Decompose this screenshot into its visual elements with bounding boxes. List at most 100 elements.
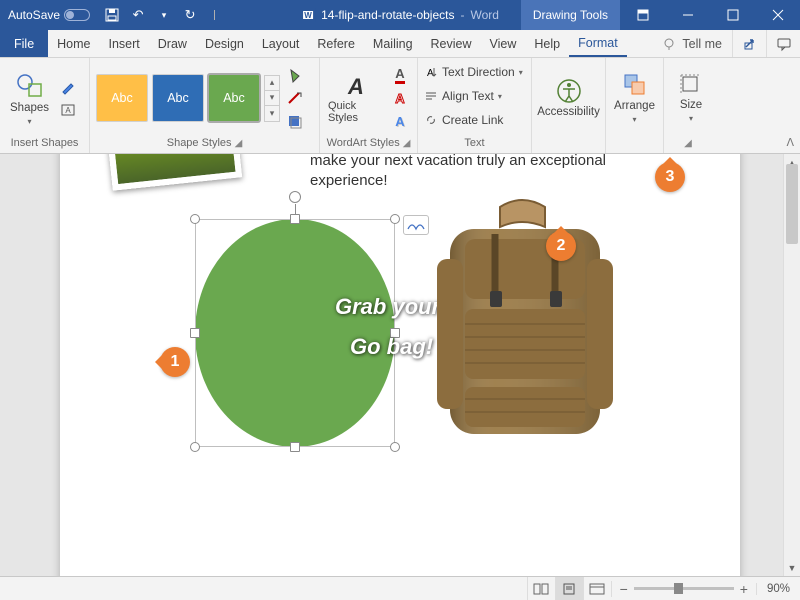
arrange-icon: [622, 72, 648, 98]
save-icon[interactable]: [104, 7, 120, 23]
resize-handle-sw[interactable]: [190, 442, 200, 452]
ribbon-display-options[interactable]: [620, 9, 665, 21]
resize-handle-ne[interactable]: [390, 214, 400, 224]
tell-me-label: Tell me: [682, 37, 722, 51]
size-button[interactable]: Size ▾: [670, 71, 712, 125]
wordart-a-icon: A: [343, 73, 369, 99]
scrollbar-thumb[interactable]: [786, 164, 798, 244]
chevron-down-icon[interactable]: ▾: [156, 7, 172, 23]
shape-fill-button[interactable]: [284, 65, 306, 85]
vertical-scrollbar[interactable]: ▲ ▼: [783, 154, 800, 576]
redo-icon[interactable]: ↻: [182, 7, 198, 23]
tab-mailings[interactable]: Mailing: [364, 30, 422, 57]
shape-tools: A: [57, 77, 79, 120]
word-app-icon: W: [301, 8, 315, 22]
tab-review[interactable]: Review: [422, 30, 481, 57]
tab-format[interactable]: Format: [569, 30, 627, 57]
backpack-image[interactable]: [405, 199, 640, 454]
scroll-down-icon[interactable]: ▼: [784, 559, 800, 576]
svg-text:A: A: [65, 106, 71, 115]
size-icon: [679, 73, 703, 97]
text-effects-button[interactable]: A: [389, 111, 411, 131]
group-accessibility: Accessibility: [532, 58, 606, 153]
maximize-button[interactable]: [710, 0, 755, 30]
resize-handle-se[interactable]: [390, 442, 400, 452]
group-size: Size ▾ ◢: [664, 58, 712, 153]
zoom-out-button[interactable]: −: [620, 581, 628, 597]
dialog-launcher-icon[interactable]: ◢: [684, 138, 692, 149]
resize-handle-nw[interactable]: [190, 214, 200, 224]
shapes-label: Shapes: [10, 102, 49, 115]
web-layout-button[interactable]: [583, 577, 611, 600]
contextual-tab-drawing-tools: Drawing Tools: [521, 0, 620, 30]
zoom-slider[interactable]: − +: [611, 581, 756, 597]
group-label-shape-styles: Shape Styles: [167, 137, 232, 149]
document-canvas[interactable]: make your next vacation truly an excepti…: [0, 154, 800, 576]
shape-style-swatch-1[interactable]: Abc: [96, 74, 148, 122]
resize-handle-w[interactable]: [190, 328, 200, 338]
tab-design[interactable]: Design: [196, 30, 253, 57]
zoom-in-button[interactable]: +: [740, 581, 748, 597]
group-label-arrange: [612, 135, 657, 151]
dialog-launcher-icon[interactable]: ◢: [235, 138, 243, 149]
chevron-down-icon: ▾: [498, 92, 502, 101]
shape-outline-button[interactable]: [284, 88, 306, 108]
text-direction-button[interactable]: AText Direction▾: [424, 61, 523, 83]
minimize-button[interactable]: [665, 0, 710, 30]
tab-references[interactable]: Refere: [308, 30, 364, 57]
tab-file-label: File: [14, 37, 34, 51]
rotation-handle[interactable]: [289, 191, 301, 203]
shape-style-gallery-nav[interactable]: ▴▾▾: [264, 75, 280, 122]
quick-styles-button[interactable]: A Quick Styles: [326, 71, 385, 126]
zoom-level[interactable]: 90%: [756, 583, 800, 595]
scroll-up-icon[interactable]: ▴: [265, 76, 279, 91]
tab-file[interactable]: File: [0, 30, 48, 57]
text-fill-button[interactable]: A: [389, 65, 411, 85]
wordart-formatting: A A A: [389, 65, 411, 131]
tell-me-search[interactable]: Tell me: [652, 30, 732, 57]
selected-shape-oval[interactable]: [195, 219, 395, 447]
comments-button[interactable]: [766, 30, 800, 57]
close-button[interactable]: [755, 0, 800, 30]
group-label-wordart: WordArt Styles: [327, 137, 400, 149]
callout-1: 1: [160, 347, 190, 377]
tab-home[interactable]: Home: [48, 30, 99, 57]
accessibility-button[interactable]: Accessibility: [538, 76, 599, 121]
resize-handle-n[interactable]: [290, 214, 300, 224]
tab-insert[interactable]: Insert: [100, 30, 149, 57]
tab-view[interactable]: View: [481, 30, 526, 57]
zoom-track[interactable]: [634, 587, 734, 590]
text-outline-button[interactable]: A: [389, 88, 411, 108]
swatch-text: Abc: [167, 91, 189, 105]
expand-gallery-icon[interactable]: ▾: [265, 106, 279, 121]
qat-divider: [214, 10, 215, 20]
shapes-gallery-button[interactable]: Shapes ▾: [6, 68, 53, 128]
backpack-icon: [405, 199, 640, 454]
shape-effects-button[interactable]: [284, 111, 306, 131]
group-label-insert-shapes: Insert Shapes: [6, 135, 83, 151]
tab-draw[interactable]: Draw: [149, 30, 196, 57]
edit-shape-icon[interactable]: [57, 77, 79, 97]
body-paragraph[interactable]: make your next vacation truly an excepti…: [310, 154, 640, 192]
tab-help[interactable]: Help: [525, 30, 569, 57]
size-label: Size: [680, 99, 702, 112]
scroll-down-icon[interactable]: ▾: [265, 91, 279, 106]
share-button[interactable]: [732, 30, 766, 57]
collapse-ribbon-icon[interactable]: ᐱ: [786, 136, 794, 149]
shape-style-swatch-2[interactable]: Abc: [152, 74, 204, 122]
align-text-button[interactable]: Align Text▾: [424, 85, 502, 107]
undo-icon[interactable]: ↶: [130, 7, 146, 23]
autosave-toggle[interactable]: AutoSave: [0, 8, 98, 22]
resize-handle-s[interactable]: [290, 442, 300, 452]
tab-layout[interactable]: Layout: [253, 30, 309, 57]
read-mode-button[interactable]: [527, 577, 555, 600]
text-box-icon[interactable]: A: [57, 100, 79, 120]
photo-thumbnail[interactable]: [108, 154, 242, 191]
shape-style-swatch-3[interactable]: Abc: [208, 74, 260, 122]
dialog-launcher-icon[interactable]: ◢: [403, 138, 411, 149]
create-link-button[interactable]: Create Link: [424, 109, 503, 131]
tab-draw-label: Draw: [158, 37, 187, 51]
zoom-knob[interactable]: [674, 583, 683, 594]
arrange-button[interactable]: Arrange ▾: [612, 70, 657, 126]
print-layout-button[interactable]: [555, 577, 583, 600]
